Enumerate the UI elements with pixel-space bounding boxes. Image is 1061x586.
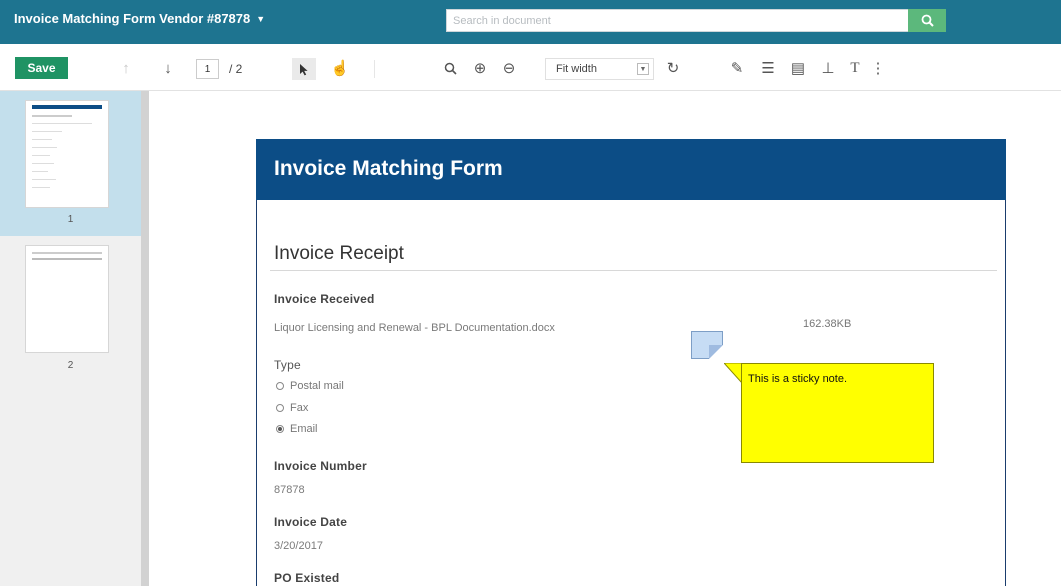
section-title: Invoice Receipt bbox=[274, 243, 404, 264]
search-button[interactable] bbox=[908, 9, 946, 32]
chevron-down-icon[interactable]: ▼ bbox=[637, 63, 649, 75]
title-bar: Invoice Matching Form Vendor #87878 ▼ bbox=[0, 0, 1061, 44]
select-cursor-icon[interactable] bbox=[292, 58, 316, 80]
zoom-out-icon[interactable]: ⊖ bbox=[500, 58, 518, 78]
arrow-up-icon[interactable]: ↑ bbox=[118, 58, 134, 78]
type-option-postal-mail[interactable]: Postal mail bbox=[276, 380, 344, 392]
save-button[interactable]: Save bbox=[15, 57, 68, 79]
highlight-icon[interactable]: ✎ bbox=[727, 58, 747, 78]
type-option-fax[interactable]: Fax bbox=[276, 402, 308, 414]
invoice-received-file-wrap: Liquor Licensing and Renewal - BPL Docum… bbox=[274, 318, 614, 336]
invoice-received-label: Invoice Received bbox=[274, 292, 375, 306]
more-icon[interactable]: ⋮ bbox=[871, 58, 886, 78]
invoice-received-file-size: 162.38KB bbox=[803, 318, 852, 330]
radio-fax[interactable] bbox=[276, 404, 284, 412]
document-title: Invoice Matching Form Vendor #87878 bbox=[14, 11, 251, 26]
search-box bbox=[446, 9, 911, 32]
section-divider bbox=[270, 270, 997, 271]
search-icon bbox=[921, 14, 934, 27]
invoice-number-label: Invoice Number bbox=[274, 459, 367, 473]
arrow-down-icon[interactable]: ↓ bbox=[160, 58, 176, 78]
text-edit-icon[interactable]: ☰ bbox=[758, 58, 778, 78]
page-thumbnail-1[interactable] bbox=[25, 100, 109, 208]
invoice-date-label: Invoice Date bbox=[274, 515, 348, 529]
type-option-email[interactable]: Email bbox=[276, 423, 318, 435]
page-number-input[interactable] bbox=[196, 59, 219, 79]
rotate-icon[interactable]: ↻ bbox=[664, 58, 682, 78]
stamp-icon[interactable]: ⊥ bbox=[820, 58, 836, 78]
invoice-number-value: 87878 bbox=[274, 484, 305, 496]
panel-splitter[interactable] bbox=[141, 91, 149, 586]
radio-email-selected[interactable] bbox=[276, 425, 284, 433]
page-thumbnail-label-2: 2 bbox=[67, 360, 74, 371]
page-total: / 2 bbox=[229, 62, 243, 76]
type-label: Type bbox=[274, 358, 301, 372]
zoom-select[interactable]: Fit width ▼ bbox=[545, 58, 654, 80]
type-option-label: Postal mail bbox=[290, 380, 344, 392]
radio-postal-mail[interactable] bbox=[276, 382, 284, 390]
form-title: Invoice Matching Form bbox=[274, 157, 503, 180]
thumbnail-panel: 1 2 bbox=[0, 91, 141, 586]
zoom-in-icon[interactable]: ⊕ bbox=[471, 58, 489, 78]
document-title-menu[interactable]: Invoice Matching Form Vendor #87878 ▼ bbox=[14, 11, 265, 26]
caret-down-icon[interactable]: ▼ bbox=[256, 14, 265, 24]
po-existed-label: PO Existed bbox=[274, 571, 340, 585]
text-tool-icon[interactable]: T bbox=[846, 58, 864, 78]
toolbar: Save ↑ ↓ / 2 ☝ ⊕ ⊖ Fit width ▼ ↻ ✎ ☰ ▤ ⊥… bbox=[0, 44, 1061, 91]
invoice-date-value: 3/20/2017 bbox=[274, 540, 323, 552]
sticky-note-icon[interactable] bbox=[691, 331, 723, 359]
toolbar-divider bbox=[374, 60, 375, 78]
page-thumbnail-2[interactable] bbox=[25, 245, 109, 353]
pan-hand-icon[interactable]: ☝ bbox=[330, 58, 350, 78]
search-input[interactable] bbox=[447, 10, 910, 31]
cursor-arrow-icon bbox=[300, 63, 308, 75]
search-icon[interactable] bbox=[441, 58, 459, 78]
zoom-select-value: Fit width bbox=[556, 63, 597, 75]
type-option-label: Fax bbox=[290, 402, 309, 414]
invoice-received-file-link[interactable]: Liquor Licensing and Renewal - BPL Docum… bbox=[274, 322, 555, 334]
sticky-note-tail bbox=[724, 363, 742, 383]
type-option-label: Email bbox=[290, 423, 318, 435]
sticky-note-text[interactable]: This is a sticky note. bbox=[748, 373, 847, 385]
page-thumbnail-label-1: 1 bbox=[67, 214, 74, 225]
note-icon[interactable]: ▤ bbox=[789, 58, 807, 78]
